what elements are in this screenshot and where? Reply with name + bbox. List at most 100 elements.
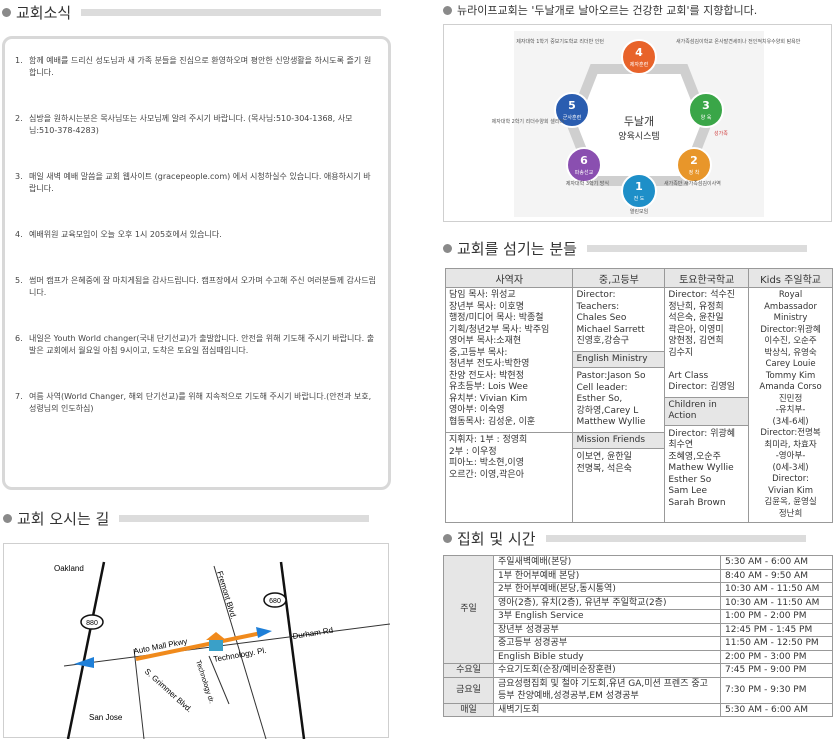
staff-entry: Director: 석수진 [668, 290, 736, 300]
notice-item: 1. 함께 예배를 드리신 성도님과 새 가족 분들을 진심으로 환영하오며 평안… [15, 55, 376, 79]
schedule-title-text: 집회 및 시간 [457, 530, 536, 548]
staff-entry: Chales Seo [576, 313, 627, 323]
staff-header-cell: 중,고등부 [572, 268, 666, 288]
staff-entry: 강하영,Carey L [576, 405, 639, 416]
schedule-time: 7:30 PM - 9:30 PM [720, 676, 833, 704]
schedule-time: 10:30 AM - 11:50 AM [720, 582, 833, 597]
schedule-time: 12:45 PM - 1:45 PM [720, 623, 833, 637]
staff-entry: Carey Louie [765, 359, 816, 369]
staff-entry: 최수연 [668, 440, 694, 450]
staff-table: 사역자 중,고등부 토요한국학교 Kids 주일학교 담임 목사: 위성교 장년부 목사… [444, 268, 833, 523]
staff-col-saturday: Director: 석수진 정난희, 유정희 석은숙, 윤찬일 곽은아, 이영미 양현정… [664, 287, 750, 523]
church-marker-icon [209, 639, 223, 651]
staff-entry: 청년부 전도사:박한영 [449, 359, 530, 369]
notice-text: 여름 사역(World Changer, 해외 단기선교)를 위해 지속적으로 … [29, 392, 372, 413]
schedule-event: 3부 English Service [493, 609, 721, 624]
schedule-row: 2부 한어부예배(본당,동시통역) 10:30 AM - 11:50 AM [444, 582, 833, 597]
notice-item: 3. 매일 새벽 예배 말씀을 교회 웹사이트 (gracepeople.com)… [15, 171, 376, 195]
staff-entry: -영아부- [775, 451, 806, 461]
staff-header-cell: Kids 주일학교 [748, 268, 833, 288]
directions-map: 880 680 Oakland San Jose Auto Mall Pkwy … [3, 543, 391, 740]
staff-entry: -유치부- [775, 405, 806, 415]
route-arrow-right-icon [256, 627, 272, 638]
staff-entry: Esther So [668, 474, 712, 485]
schedule-event: 1부 한어부예배 본당) [493, 569, 721, 583]
staff-entry: 중,고등부 목사: [449, 347, 508, 358]
staff-entry: Tommy Kim [765, 370, 816, 381]
vision-node-label: 파송선교 [575, 169, 594, 176]
schedule-time: 10:30 AM - 11:50 AM [720, 596, 833, 610]
staff-entry: 영아부: 이숙영 [449, 405, 505, 415]
staff-entry: 김윤옥, 윤영실 [764, 497, 817, 507]
music-list: 지휘자: 1부 : 정영희 2부 : 이우정 피아노: 박소현,이영 오르간: 이영,… [446, 432, 573, 481]
staff-entry: Mathew Wyllie [668, 463, 734, 473]
bullet-dot-icon [2, 8, 11, 17]
notice-text: 썸머 캠프가 은혜중에 잘 마치게됨을 감사드립니다. 캠프장에서 오가며 수고… [29, 276, 376, 297]
staff-entry: Director:위광혜 [760, 324, 821, 335]
staff-entry: 이보연, 윤한일 [576, 452, 632, 462]
schedule-time: 5:30 AM - 6:00 AM [720, 702, 833, 717]
news-section-title: 교회소식 [2, 2, 382, 23]
staff-entry [668, 359, 745, 371]
vision-line: 뉴라이프교회는 '두날개로 날아오르는 건강한 교회'를 지향합니다. [443, 2, 757, 18]
notice-number: 4. [15, 230, 23, 239]
schedule-time: 11:50 AM - 12:50 PM [720, 636, 833, 651]
staff-entry: 최미라, 차효자 [764, 439, 817, 450]
vision-node-label: 양 육 [701, 114, 712, 121]
schedule-time: 2:00 PM - 3:00 PM [720, 650, 833, 664]
children-in-action-list: Director: 위광혜 최수연 조혜영,오순주 Mathew Wyllie Esth… [668, 429, 745, 510]
staff-entry: Art Class [668, 370, 709, 381]
schedule-event: 장년부 성경공부 [493, 623, 721, 637]
note-n1-bottom: 열린모임 [630, 208, 648, 215]
note-n5-left: 제자대학 2학기 리더수양회 셀리더 [492, 118, 564, 125]
english-ministry-list: Pastor:Jason So Cell leader: Esther So, 강하영… [576, 371, 661, 429]
note-n6-left: 제자대학 3학기 방식 [566, 180, 609, 187]
schedule-row: 매일 새벽기도회 5:30 AM - 6:00 AM [443, 702, 833, 717]
staff-entry: 이수진, 오순주 [764, 336, 817, 346]
staff-entry: Director: [576, 290, 616, 300]
staff-entry: Royal Ambassador [764, 290, 817, 312]
notice-text: 예배위원 교육모임이 오늘 오후 1시 205호에서 있습니다. [29, 230, 222, 239]
staff-header-row: 사역자 중,고등부 토요한국학교 Kids 주일학교 [444, 268, 833, 288]
grimmer-road [133, 648, 145, 740]
vision-node-number: 3 [702, 99, 710, 112]
staff-entry: 행정/미디어 목사: 박종철 [449, 313, 544, 323]
staff-entry: Director: 위광혜 [668, 428, 736, 439]
staff-entry: Michael Sarrett [576, 324, 645, 335]
staff-entry: 곽은아, 이영미 [668, 324, 724, 335]
staff-entry: Vivian Kim [768, 485, 813, 496]
note-n4: 새가족섬김이학교 온사발견세미나 전인적치유수양회 탐욕반 [676, 38, 801, 45]
schedule-time: 7:45 PM - 9:00 PM [720, 663, 833, 678]
notice-item: 4. 예배위원 교육모임이 오늘 오후 1시 205호에서 있습니다. [15, 229, 376, 241]
staff-entry: 지휘자: 1부 : 정영희 [449, 435, 528, 445]
staff-entry: Ministry [773, 313, 808, 323]
notice-number: 6. [15, 334, 23, 343]
bullet-dot-icon [443, 5, 452, 15]
note-n3-right: 성가족 [714, 130, 728, 137]
staff-section-title: 교회를 섬기는 분들 [443, 238, 807, 259]
staff-entry: (0세-3세) [772, 462, 809, 473]
bullet-dot-icon [3, 514, 12, 523]
technology-dr-label: Technology dr. [194, 659, 215, 704]
staff-entry: Matthew Wyllie [576, 417, 646, 427]
schedule-row: 중고등부 성경공부 11:50 AM - 12:50 PM [444, 636, 833, 651]
bullet-dot-icon [443, 534, 452, 543]
saturday-list: Director: 석수진 정난희, 유정희 석은숙, 윤찬일 곽은아, 이영미 양현정… [668, 290, 745, 394]
schedule-event: 주일새벽예배(본당) [493, 555, 721, 570]
schedule-section-title: 집회 및 시간 [443, 528, 806, 549]
vision-node-label: 제자훈련 [630, 61, 649, 68]
schedule-row: 1부 한어부예배 본당) 8:40 AM - 9:50 AM [444, 569, 833, 583]
staff-col-pastors: 담임 목사: 위성교 장년부 목사: 이호명 행정/미디어 목사: 박종철 기획/청년… [444, 287, 574, 523]
vision-diagram-box: 두날개 양육시스템 1 전 도 2 정 착 3 양 육 4 제자훈련 5 군사훈련 6 파송선교 제자… [443, 24, 832, 222]
staff-entry: 양현정, 김연희 [668, 336, 724, 346]
notice-item: 2. 심방을 원하시는분은 목사님또는 사모님께 알려 주시기 바랍니다. (목사… [15, 113, 376, 137]
schedule-row: 금요일 금요성령집회 및 철야 기도회,유년 GA,미션 프렌즈 중고등부 찬양예… [443, 676, 833, 704]
staff-entry: 장년부 목사: 이호명 [449, 301, 524, 312]
directions-section-title: 교회 오시는 길 [3, 508, 370, 529]
durham-label: Durham Rd [292, 626, 334, 641]
schedule-table: 주일 주일새벽예배(본당) 5:30 AM - 6:00 AM 1부 한어부예배 본당… [443, 555, 833, 717]
staff-entry: 협동목사: 김성운, 이훈 [449, 416, 536, 427]
notice-box: 1. 함께 예배를 드리신 성도님과 새 가족 분들을 진심으로 환영하오며 평안… [2, 36, 391, 490]
schedule-row: English Bible study 2:00 PM - 3:00 PM [444, 650, 833, 664]
staff-col-youth: Director: Teachers: Chales Seo Michael Sarr… [572, 287, 666, 523]
